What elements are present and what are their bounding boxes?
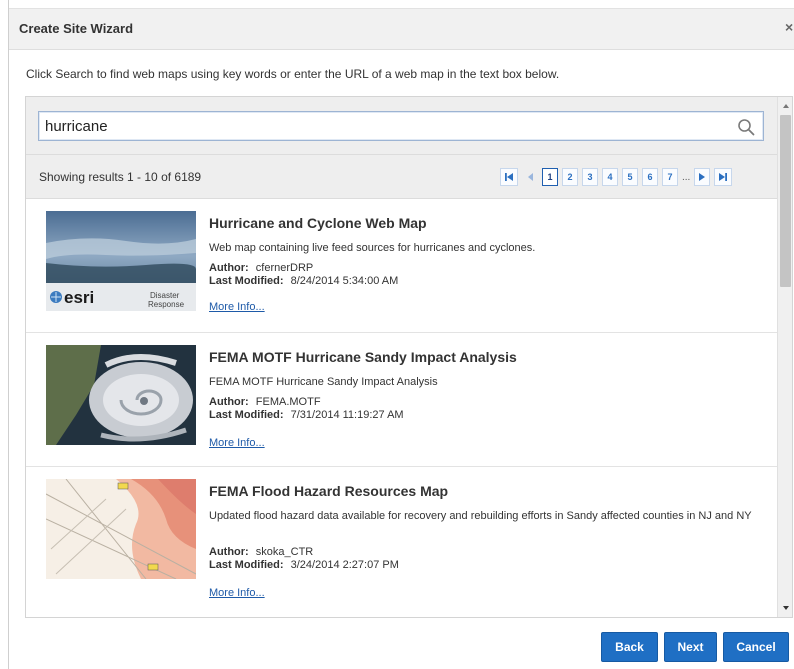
page-button-5[interactable]: 5 — [622, 168, 638, 186]
back-button[interactable]: Back — [601, 632, 658, 662]
result-item: esri Disaster Response Hurricane and Cyc… — [26, 199, 777, 333]
pagination: 1 2 3 4 5 6 7 ... — [500, 167, 736, 187]
next-button[interactable]: Next — [664, 632, 717, 662]
dialog-titlebar: Create Site Wizard × — [9, 8, 794, 50]
author-value: skoka_CTR — [255, 546, 314, 558]
scroll-down-arrow-icon[interactable] — [781, 603, 791, 613]
page-button-1[interactable]: 1 — [542, 168, 558, 186]
results-summary-bar: Showing results 1 - 10 of 6189 1 2 3 4 5… — [26, 155, 777, 199]
result-last-modified: Last Modified: 8/24/2014 5:34:00 AM — [209, 275, 398, 288]
flood-hazard-map-thumbnail — [46, 479, 196, 579]
results-scrollbar[interactable] — [777, 97, 792, 617]
result-description: Updated flood hazard data available for … — [209, 510, 752, 522]
author-label: Author: — [209, 396, 249, 408]
esri-logo: esri — [64, 288, 95, 307]
search-icon[interactable] — [737, 118, 755, 136]
more-info-link[interactable]: More Info... — [209, 587, 265, 599]
more-info-link[interactable]: More Info... — [209, 437, 265, 449]
results-panel: Showing results 1 - 10 of 6189 1 2 3 4 5… — [25, 96, 793, 618]
result-author: Author: cfernerDRP — [209, 262, 313, 275]
result-item: FEMA MOTF Hurricane Sandy Impact Analysi… — [26, 333, 777, 467]
page-button-3[interactable]: 3 — [582, 168, 598, 186]
result-author: Author: FEMA.MOTF — [209, 396, 321, 409]
result-item: FEMA Flood Hazard Resources Map Updated … — [26, 467, 777, 617]
author-value: FEMA.MOTF — [255, 396, 321, 408]
search-area — [26, 97, 777, 155]
result-author: Author: skoka_CTR — [209, 546, 313, 559]
last-modified-label: Last Modified: — [209, 409, 284, 421]
result-title: Hurricane and Cyclone Web Map — [209, 215, 427, 231]
author-value: cfernerDRP — [255, 262, 314, 274]
last-modified-value: 8/24/2014 5:34:00 AM — [290, 275, 399, 287]
thumbnail-caption-line-2: Response — [148, 300, 185, 309]
thumbnail-caption-line-1: Disaster — [150, 291, 180, 300]
last-modified-label: Last Modified: — [209, 559, 284, 571]
results-count: Showing results 1 - 10 of 6189 — [39, 170, 202, 184]
instructions-text: Click Search to find web maps using key … — [26, 67, 560, 81]
cancel-button[interactable]: Cancel — [723, 632, 789, 662]
last-modified-value: 3/24/2014 2:27:07 PM — [290, 559, 399, 571]
page-button-2[interactable]: 2 — [562, 168, 578, 186]
page-button-7[interactable]: 7 — [662, 168, 678, 186]
previous-page-icon[interactable] — [522, 168, 538, 186]
result-last-modified: Last Modified: 3/24/2014 2:27:07 PM — [209, 559, 399, 572]
page-button-6[interactable]: 6 — [642, 168, 658, 186]
search-input[interactable] — [39, 112, 729, 140]
last-modified-value: 7/31/2014 11:19:27 AM — [290, 409, 404, 421]
result-thumbnail[interactable]: esri Disaster Response — [46, 211, 196, 311]
author-label: Author: — [209, 546, 249, 558]
first-page-icon[interactable] — [500, 168, 518, 186]
author-label: Author: — [209, 262, 249, 274]
pager-ellipsis: ... — [682, 171, 691, 183]
more-info-link[interactable]: More Info... — [209, 301, 265, 313]
dialog-title: Create Site Wizard — [19, 21, 134, 36]
results-list: esri Disaster Response Hurricane and Cyc… — [26, 199, 777, 617]
hurricane-sandy-satellite-image — [46, 345, 196, 445]
search-box — [38, 111, 764, 141]
last-page-icon[interactable] — [714, 168, 733, 186]
page-button-4[interactable]: 4 — [602, 168, 618, 186]
scroll-up-arrow-icon[interactable] — [781, 101, 791, 111]
result-thumbnail[interactable] — [46, 345, 196, 445]
create-site-wizard-dialog: Create Site Wizard × Click Search to fin… — [8, 0, 794, 669]
last-modified-label: Last Modified: — [209, 275, 284, 287]
result-description: FEMA MOTF Hurricane Sandy Impact Analysi… — [209, 376, 438, 388]
result-last-modified: Last Modified: 7/31/2014 11:19:27 AM — [209, 409, 404, 422]
result-title: FEMA Flood Hazard Resources Map — [209, 483, 449, 499]
result-thumbnail[interactable] — [46, 479, 196, 579]
close-icon[interactable]: × — [785, 19, 793, 35]
next-page-icon[interactable] — [694, 168, 711, 186]
scrollbar-thumb[interactable] — [780, 115, 791, 287]
result-title: FEMA MOTF Hurricane Sandy Impact Analysi… — [209, 349, 517, 365]
result-description: Web map containing live feed sources for… — [209, 242, 536, 254]
